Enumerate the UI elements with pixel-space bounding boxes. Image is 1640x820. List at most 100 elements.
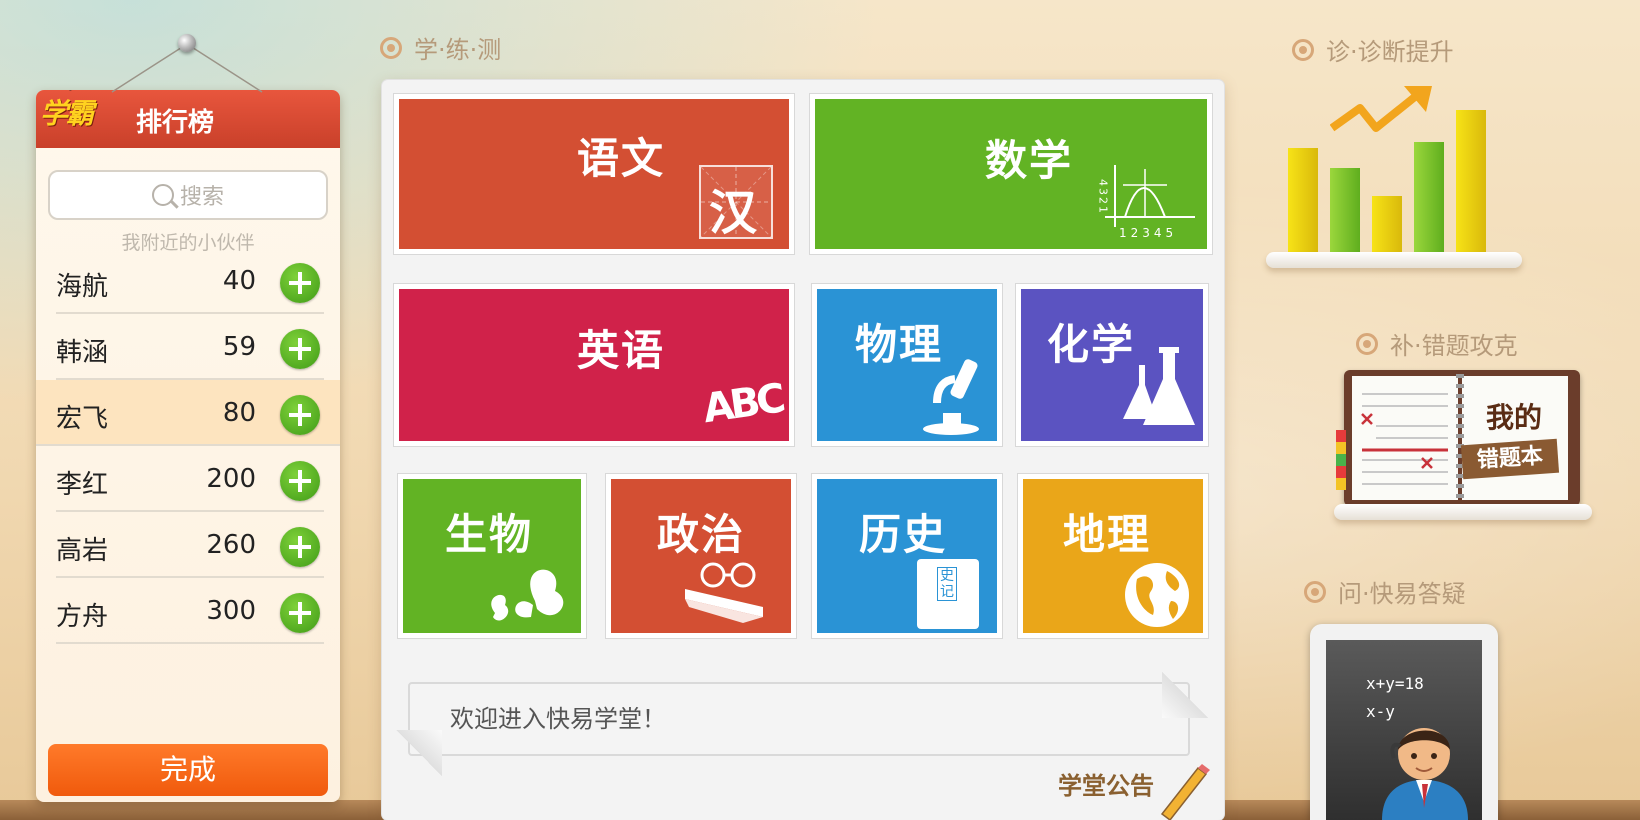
shelf (1266, 252, 1522, 268)
add-friend-button[interactable] (280, 263, 320, 303)
notebook-cover: 我的 错题本 (1336, 370, 1580, 506)
tablet-screen: x+y=18 x-y (1326, 640, 1482, 820)
graph-axes-icon: 12345 4321 (1097, 165, 1195, 240)
rank-score: 59 (222, 332, 256, 362)
add-friend-button[interactable] (280, 593, 320, 633)
target-icon (1304, 580, 1326, 603)
section-label-text: 问·快易答疑 (1338, 580, 1466, 608)
leaderboard-header: 学霸 排行榜 (36, 90, 340, 148)
tile-history[interactable]: 历史 史记 (812, 474, 1002, 638)
tile-label: 历史 (859, 510, 948, 559)
section-label-text: 诊·诊断提升 (1326, 38, 1454, 66)
qa-tablet[interactable]: x+y=18 x-y (1310, 624, 1498, 820)
globe-icon (1125, 563, 1189, 627)
rank-name: 宏飞 (56, 404, 109, 434)
rank-name: 海航 (56, 272, 109, 302)
search-icon (151, 184, 174, 206)
target-icon (1292, 38, 1314, 61)
book-title: 史记 (937, 567, 957, 601)
chart-bar (1372, 196, 1402, 252)
rank-name: 李红 (56, 470, 109, 500)
rank-row[interactable]: 韩涵 59 (56, 314, 324, 380)
flask-icon (1123, 347, 1195, 425)
leaderboard-title: 排行榜 (136, 108, 215, 138)
notice-marquee[interactable]: 欢迎进入快易学堂！ (408, 682, 1190, 756)
add-friend-button[interactable] (280, 527, 320, 567)
rank-name: 方舟 (56, 602, 109, 632)
rank-score: 260 (206, 530, 256, 560)
hanzi-text: 汉 (709, 185, 758, 241)
tile-physics[interactable]: 物理 (812, 284, 1002, 446)
rank-score: 80 (222, 398, 256, 428)
rank-row[interactable]: 李红 200 (56, 446, 324, 512)
tile-biology[interactable]: 生物 (398, 474, 586, 638)
microscope-icon (923, 359, 979, 435)
target-icon (380, 36, 402, 59)
target-icon (1356, 332, 1378, 355)
rank-score: 200 (206, 464, 256, 494)
trend-arrow-icon (1330, 86, 1432, 132)
search-placeholder: 搜索 (179, 185, 224, 210)
chart-bar (1414, 142, 1444, 252)
tile-chemistry[interactable]: 化学 (1016, 284, 1208, 446)
rank-row-selected[interactable]: 宏飞 80 (36, 380, 340, 446)
chart-bar (1330, 168, 1360, 252)
rank-row[interactable]: 方舟 300 (56, 578, 324, 644)
notebook-title: 我的 (1486, 401, 1543, 434)
corner-fold (1162, 672, 1208, 718)
rank-name: 高岩 (56, 536, 109, 566)
rank-list: 海航 40 韩涵 59 宏飞 80 李红 200 高岩 260 方舟 300 (36, 248, 340, 644)
add-friend-button[interactable] (280, 329, 320, 369)
tile-label: 政治 (657, 510, 746, 559)
section-label-diagnose[interactable]: 诊·诊断提升 (1292, 32, 1454, 67)
section-label-supplement[interactable]: 补·错题攻克 (1356, 326, 1518, 361)
book-glasses-icon (685, 562, 763, 623)
pin-icon (178, 34, 196, 52)
xueba-logo: 学霸 (40, 97, 94, 130)
chart-bar (1288, 148, 1318, 252)
section-label-text: 补·错题攻克 (1390, 332, 1518, 360)
corner-fold (396, 730, 442, 776)
tile-label: 语文 (577, 134, 666, 183)
teacher-avatar-icon (1382, 728, 1468, 820)
tile-label: 英语 (577, 326, 666, 375)
graduation-cap-icon (67, 90, 91, 91)
leaderboard-panel: 学霸 排行榜 搜索 我附近的小伙伴 海航 40 韩涵 59 宏飞 80 李红 2… (36, 90, 340, 802)
tile-chinese[interactable]: 语文 汉 (394, 94, 794, 254)
section-label-text: 学·练·测 (414, 36, 502, 64)
tile-label: 地理 (1063, 510, 1152, 559)
search-input[interactable]: 搜索 (48, 170, 328, 220)
add-friend-button[interactable] (280, 395, 320, 435)
done-button[interactable]: 完成 (48, 744, 328, 796)
tile-politics[interactable]: 政治 (606, 474, 796, 638)
tile-label: 生物 (445, 510, 534, 559)
rank-row[interactable]: 海航 40 (56, 248, 324, 314)
notice-title[interactable]: 学堂公告 (1058, 766, 1154, 801)
svg-text:12345: 12345 (1119, 226, 1177, 240)
shelf (1334, 504, 1592, 520)
rank-row[interactable]: 高岩 260 (56, 512, 324, 578)
book-icon: 史记 (917, 559, 979, 629)
notebook-label: 错题本 (1460, 438, 1560, 480)
tile-label: 数学 (985, 136, 1074, 185)
hanzi-grid-icon: 汉 (699, 165, 773, 241)
tile-english[interactable]: 英语 ABC (394, 284, 794, 446)
abc-icon: ABC (700, 375, 785, 433)
pencil-icon (1160, 764, 1210, 820)
rank-name: 韩涵 (56, 338, 109, 368)
butterfly-icon (491, 569, 564, 621)
notebook-page (1352, 376, 1458, 500)
section-label-learn: 学·练·测 (380, 30, 501, 65)
notebook-rings (1456, 374, 1464, 502)
tile-geography[interactable]: 地理 (1018, 474, 1208, 638)
section-label-ask[interactable]: 问·快易答疑 (1304, 574, 1466, 609)
chart-bar (1456, 110, 1486, 252)
tile-math[interactable]: 数学 12345 4321 (810, 94, 1212, 254)
rank-score: 40 (222, 266, 256, 296)
chalk-text: x+y=18 (1366, 674, 1424, 693)
welcome-text: 欢迎进入快易学堂！ (450, 705, 666, 733)
notebook-lines (1361, 393, 1448, 485)
svg-text:4321: 4321 (1097, 179, 1110, 215)
add-friend-button[interactable] (280, 461, 320, 501)
notebook-tabs (1336, 430, 1346, 490)
